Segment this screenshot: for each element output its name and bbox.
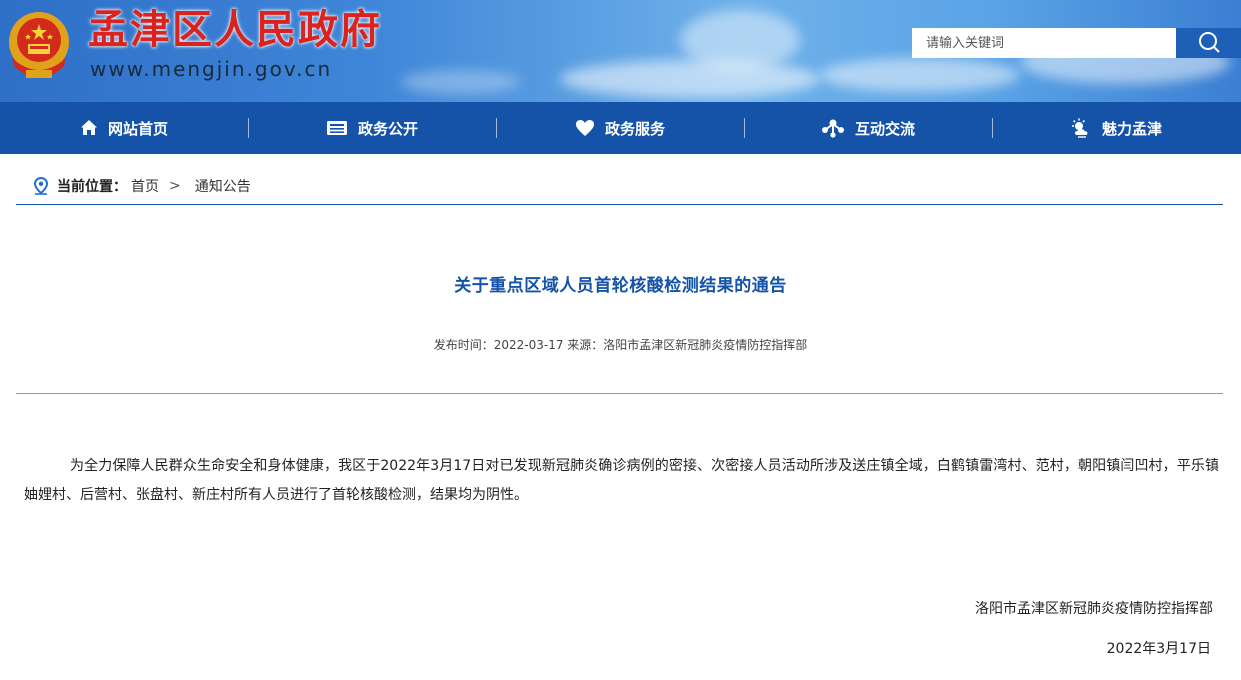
- nav-item-home[interactable]: 网站首页: [0, 102, 248, 154]
- banner-cloud: [820, 58, 1020, 92]
- breadcrumb-home-link[interactable]: 首页: [131, 176, 159, 196]
- nav-item-label: 政务公开: [357, 119, 418, 138]
- home-icon: [80, 120, 97, 135]
- banner-cloud: [680, 10, 800, 70]
- breadcrumb-current-link[interactable]: 通知公告: [195, 176, 251, 196]
- location-pin-icon: [33, 177, 49, 195]
- breadcrumb-divider: [16, 204, 1223, 205]
- weather-sun-cloud-icon: [1071, 118, 1088, 138]
- heart-icon: [575, 120, 594, 136]
- search-button[interactable]: [1176, 28, 1241, 58]
- site-url: www.mengjin.gov.cn: [90, 57, 333, 81]
- search-input[interactable]: [912, 28, 1176, 58]
- nav-item-charm[interactable]: 魅力孟津: [992, 102, 1240, 154]
- site-header: 孟津区人民政府 www.mengjin.gov.cn: [0, 0, 1241, 102]
- nav-item-interaction[interactable]: 互动交流: [744, 102, 992, 154]
- nav-item-label: 互动交流: [854, 119, 915, 138]
- banner-cloud: [560, 60, 820, 98]
- breadcrumb-label: 当前位置：: [57, 179, 127, 195]
- nav-item-label: 网站首页: [107, 119, 168, 138]
- share-network-icon: [821, 119, 844, 138]
- nav-item-gov-service[interactable]: 政务服务: [496, 102, 744, 154]
- nav-item-gov-affairs[interactable]: 政务公开: [248, 102, 496, 154]
- content-divider: [16, 393, 1223, 394]
- site-name[interactable]: 孟津区人民政府: [88, 8, 382, 52]
- breadcrumb: 当前位置： 首页 > 通知公告: [33, 175, 251, 197]
- nav-item-label: 政务服务: [604, 119, 665, 138]
- signature-date: 2022年3月17日: [1106, 641, 1211, 657]
- article-body: 为全力保障人民群众生命安全和身体健康，我区于2022年3月17日对已发现新冠肺炎…: [24, 458, 1219, 503]
- article-title: 关于重点区域人员首轮核酸检测结果的通告: [454, 276, 787, 296]
- nav-item-label: 魅力孟津: [1101, 119, 1162, 138]
- article-meta: 发布时间：2022-03-17 来源：洛阳市孟津区新冠肺炎疫情防控指挥部: [433, 338, 808, 352]
- banner-cloud: [400, 70, 520, 94]
- national-emblem-icon[interactable]: [4, 6, 74, 86]
- signature-org: 洛阳市孟津区新冠肺炎疫情防控指挥部: [975, 601, 1213, 617]
- search-icon: [1198, 32, 1220, 53]
- main-nav: 网站首页 政务公开 政务服务 互动交流 魅力孟津: [0, 102, 1241, 154]
- breadcrumb-separator: >: [169, 178, 181, 194]
- newspaper-icon: [326, 121, 347, 135]
